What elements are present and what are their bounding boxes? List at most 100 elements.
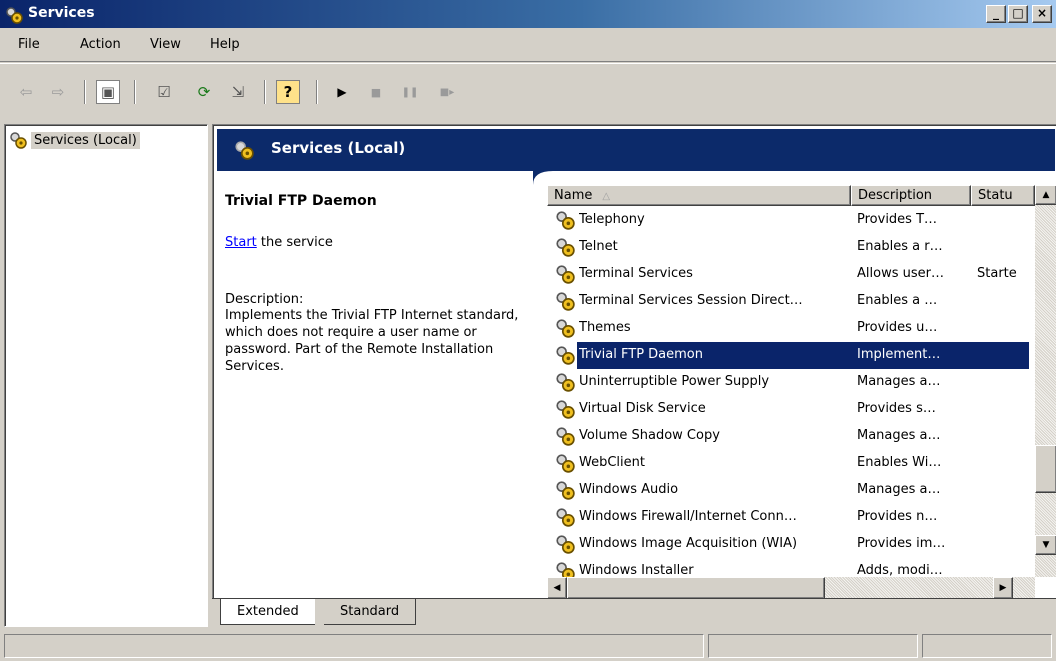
service-gear-icon [555,372,575,396]
help-icon[interactable]: ? [276,80,300,104]
minimize-button[interactable]: _ [986,5,1006,23]
service-row[interactable]: Virtual Disk Service Provides s… [547,396,1035,423]
service-name: Terminal Services Session Direct… [579,293,803,308]
description-text: Implements the Trivial FTP Internet stan… [225,308,519,374]
tree-node-label: Services (Local) [31,131,140,149]
details-pane: Services (Local) Trivial FTP Daemon Star… [212,124,1056,599]
service-name: Terminal Services [579,266,693,281]
service-gear-icon [555,399,575,423]
scroll-up-button[interactable]: ▲ [1035,185,1056,205]
tab-extended[interactable]: Extended [220,599,315,625]
window-title: Services [28,5,95,21]
service-description: Allows user… [857,266,944,281]
service-name: Themes [579,320,631,335]
console-tree: Services (Local) [4,124,208,627]
description-label: Description: [225,292,304,307]
tab-standard[interactable]: Standard [324,599,417,625]
service-row[interactable]: Windows Firewall/Internet Conn… Provides … [547,504,1035,531]
tree-node-services-local[interactable]: Services (Local) [9,131,140,149]
service-name: Telnet [579,239,618,254]
service-gear-icon [555,507,575,531]
menu-view[interactable]: View [150,37,181,52]
service-row[interactable]: Uninterruptible Power Supply Manages a… [547,369,1035,396]
start-service-suffix: the service [256,235,333,250]
pause-service-icon[interactable]: ❚❚ [398,80,422,104]
list-header: Name △ Description Statu [547,185,1035,206]
service-gear-icon [555,426,575,450]
service-gear-icon [555,480,575,504]
column-header-name[interactable]: Name △ [547,185,851,206]
forward-arrow-icon[interactable]: ⇨ [46,80,70,104]
back-arrow-icon[interactable]: ⇦ [14,80,38,104]
status-panel-main [4,634,704,658]
service-row[interactable]: Telnet Enables a r… [547,234,1035,261]
column-header-status[interactable]: Statu [971,185,1035,206]
service-row[interactable]: Windows Image Acquisition (WIA) Provides … [547,531,1035,558]
selected-service-title: Trivial FTP Daemon [225,193,377,209]
service-description: Implement… [857,347,941,362]
service-row[interactable]: WebClient Enables Wi… [547,450,1035,477]
service-description: Provides im… [857,536,946,551]
properties-icon[interactable]: ☑ [152,80,176,104]
service-status: Starte [977,266,1017,281]
toolbar-separator [316,80,318,104]
menu-action[interactable]: Action [80,37,121,52]
services-gear-icon [235,141,254,160]
service-name: Windows Installer [579,563,694,577]
scroll-down-button[interactable]: ▼ [1035,535,1056,555]
service-row[interactable]: Terminal Services Session Direct… Enables… [547,288,1035,315]
service-row[interactable]: Volume Shadow Copy Manages a… [547,423,1035,450]
column-header-description[interactable]: Description [851,185,971,206]
refresh-icon[interactable]: ⟳ [192,80,216,104]
restart-service-icon[interactable]: ■▸ [432,80,462,104]
menu-file-label: File [18,37,40,52]
service-gear-icon [555,318,575,342]
service-row[interactable]: Telephony Provides T… [547,207,1035,234]
service-gear-icon [555,237,575,261]
horizontal-scrollbar[interactable]: ◀ ▶ [547,577,1035,599]
service-name: Windows Image Acquisition (WIA) [579,536,798,551]
stop-service-icon[interactable]: ■ [364,80,388,104]
header-curve-decoration [533,171,553,185]
horizontal-scroll-thumb[interactable] [567,577,825,599]
start-service-line: Start the service [225,235,545,250]
service-name: Virtual Disk Service [579,401,706,416]
close-button[interactable]: × [1032,5,1052,23]
service-name: Windows Audio [579,482,679,497]
status-bar [0,631,1056,661]
menu-help-label: Help [210,37,240,52]
start-service-link[interactable]: Start [225,235,257,250]
service-gear-icon [555,534,575,558]
menu-help[interactable]: Help [210,37,240,52]
scroll-left-button[interactable]: ◀ [547,577,567,599]
service-description: Manages a… [857,482,941,497]
view-tabs: Extended Standard [212,598,1056,628]
service-row[interactable]: Windows Installer Adds, modi… [547,558,1035,577]
list-rows: Telephony Provides T… Telnet Enables a r… Te… [547,207,1035,577]
service-row[interactable]: Trivial FTP Daemon Implement… [547,342,1035,369]
service-name: Telephony [579,212,645,227]
title-bar[interactable]: Services _ □ × [0,0,1056,28]
start-service-icon[interactable]: ▶ [330,80,354,104]
status-panel-3 [922,634,1052,658]
show-tree-icon[interactable]: ▣ [96,80,120,104]
export-list-icon[interactable]: ⇲ [226,80,250,104]
services-list-view[interactable]: Name △ Description Statu Telephony Provide… [547,185,1056,599]
maximize-button[interactable]: □ [1008,5,1028,23]
service-row[interactable]: Terminal Services Allows user… Starte [547,261,1035,288]
menu-file[interactable]: File [18,37,40,52]
service-row[interactable]: Themes Provides u… [547,315,1035,342]
service-name: Trivial FTP Daemon [579,347,703,362]
service-description: Provides n… [857,509,938,524]
service-description: Manages a… [857,374,941,389]
service-row[interactable]: Windows Audio Manages a… [547,477,1035,504]
service-gear-icon [555,210,575,234]
menu-action-label: Action [80,37,121,52]
service-name: Uninterruptible Power Supply [579,374,770,389]
vertical-scrollbar[interactable]: ▲ ▼ [1035,185,1056,577]
service-description: Adds, modi… [857,563,943,577]
sort-ascending-icon: △ [602,191,611,202]
services-window: Services _ □ × File Action View Help ⇦ ⇨… [0,0,1056,661]
scroll-right-button[interactable]: ▶ [993,577,1013,599]
vertical-scroll-thumb[interactable] [1035,445,1056,493]
